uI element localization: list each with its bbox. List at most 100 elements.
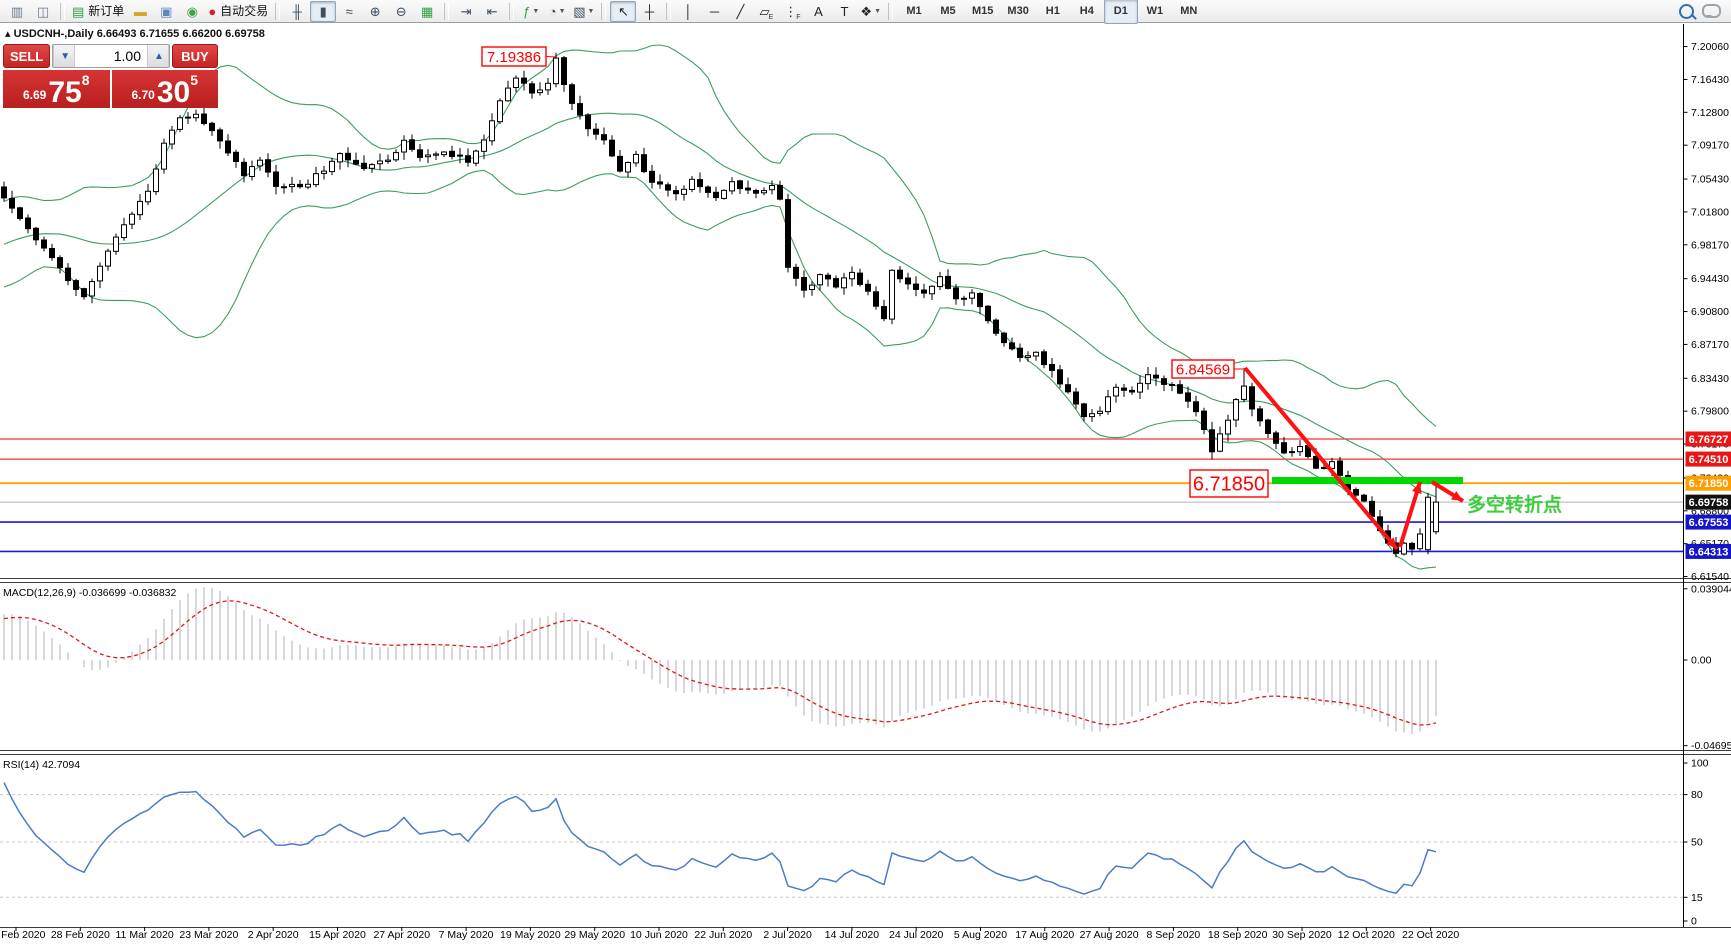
buy-price-panel[interactable]: 6.70305 <box>112 70 219 108</box>
candle-body <box>1058 370 1063 384</box>
price-axis-label: 7.01800 <box>1691 206 1729 218</box>
candle-body <box>706 187 711 192</box>
fibonacci-tool-icon[interactable]: ⋮F <box>779 1 805 22</box>
rsi-axis-label: 50 <box>1691 837 1703 849</box>
tf-w1[interactable]: W1 <box>1138 0 1172 24</box>
hline-tool-icon[interactable]: ─ <box>701 1 727 22</box>
price-badge-text: 6.76727 <box>1689 434 1729 446</box>
crosshair-icon[interactable]: ┼ <box>636 1 662 22</box>
templates-icon[interactable]: ▧▼ <box>570 1 597 22</box>
tile-windows-icon[interactable]: ▦ <box>414 1 440 22</box>
date-axis-label: 22 Oct 2020 <box>1402 929 1459 941</box>
dropdown-caret-icon[interactable]: ▼ <box>559 8 566 15</box>
date-axis-label: 17 Aug 2020 <box>1015 929 1074 941</box>
price-badge-text: 6.71850 <box>1689 478 1729 490</box>
macd-axis-label: 0.00 <box>1691 655 1712 667</box>
arrows-tool-icon[interactable]: ❖▼ <box>857 1 884 22</box>
tf-m5[interactable]: M5 <box>931 0 965 24</box>
one-click-trading-widget: SELL ▼ ▲ BUY 6.69758 6.70305 <box>3 44 218 108</box>
candle-body <box>274 172 279 186</box>
tf-mn[interactable]: MN <box>1172 0 1206 24</box>
bull-bear-turning-point-note[interactable]: 多空转折点 <box>1467 493 1562 516</box>
date-axis-label: 11 Mar 2020 <box>116 929 174 941</box>
candle-body <box>226 141 231 153</box>
dropdown-caret-icon[interactable]: ▼ <box>587 8 594 15</box>
trendline-tool-icon[interactable]: ╱ <box>727 1 753 22</box>
chat-icon[interactable] <box>1702 4 1721 18</box>
date-axis-label: 13 Feb 2020 <box>0 929 46 941</box>
price-tag-text: 7.19386 <box>487 49 541 66</box>
candle-body <box>194 114 199 117</box>
candle-body <box>122 225 127 238</box>
candle-body <box>282 187 287 188</box>
bar-chart-icon[interactable]: ╫ <box>284 1 310 22</box>
candle-body <box>242 162 247 175</box>
volume-up-button[interactable]: ▲ <box>147 45 169 67</box>
search-icon[interactable] <box>1679 4 1694 19</box>
new-order-button[interactable]: ▤新订单 <box>69 1 127 22</box>
candle-body <box>570 85 575 104</box>
trendline-tool-icon: ╱ <box>737 5 745 18</box>
textlabel-tool-icon[interactable]: T <box>831 1 857 22</box>
candlestick-chart-icon[interactable]: ▮ <box>310 1 336 22</box>
sell-button[interactable]: SELL <box>3 44 50 68</box>
profiles-icon: ◫ <box>37 5 49 18</box>
candle-body <box>810 285 815 289</box>
vline-tool-icon[interactable]: │ <box>675 1 701 22</box>
date-axis-label: 27 Aug 2020 <box>1080 929 1139 941</box>
volume-input[interactable] <box>75 45 147 67</box>
candle-body <box>1010 343 1015 349</box>
candle-body <box>794 267 799 278</box>
candle-body <box>1266 420 1271 434</box>
volume-stepper: ▼ ▲ <box>52 44 170 68</box>
candle-body <box>322 171 327 173</box>
dropdown-caret-icon[interactable]: ▼ <box>532 8 539 15</box>
chart-shift-icon[interactable]: ⇤ <box>479 1 505 22</box>
toolbar-separator <box>444 3 449 20</box>
zoom-out-icon[interactable]: ⊖ <box>388 1 414 22</box>
text-tool-icon[interactable]: A <box>805 1 831 22</box>
candle-body <box>1082 404 1087 417</box>
tf-m1[interactable]: M1 <box>897 0 931 24</box>
vline-tool-icon: │ <box>684 5 692 18</box>
sell-price-panel[interactable]: 6.69758 <box>3 70 110 108</box>
autotrading-button[interactable]: ●自动交易 <box>205 1 271 22</box>
channel-tool-icon[interactable]: ▱E <box>753 1 779 22</box>
tf-d1[interactable]: D1 <box>1104 0 1138 24</box>
tf-m15[interactable]: M15 <box>965 0 1000 24</box>
candle-body <box>42 240 47 248</box>
periods-icon[interactable]: ◔▼ <box>544 1 570 22</box>
volume-down-button[interactable]: ▼ <box>53 45 75 67</box>
chart-window[interactable]: 7.193866.845696.71850多空转折点7.200607.16430… <box>0 0 1731 944</box>
candle-body <box>658 182 663 184</box>
candle-body <box>442 152 447 155</box>
candle-body <box>538 90 543 93</box>
new-chart-icon[interactable]: ▥ <box>4 1 30 22</box>
date-axis-label: 29 May 2020 <box>564 929 625 941</box>
candle-body <box>458 155 463 156</box>
candle-body <box>298 184 303 186</box>
community-icon[interactable]: ▣ <box>153 1 179 22</box>
signal-icon[interactable]: ◉ <box>179 1 205 22</box>
dropdown-caret-icon[interactable]: ▼ <box>874 8 881 15</box>
gold-icon[interactable]: ▬ <box>127 1 153 22</box>
tf-h1[interactable]: H1 <box>1036 0 1070 24</box>
buy-button[interactable]: BUY <box>172 44 218 68</box>
candle-body <box>1106 397 1111 412</box>
auto-scroll-icon[interactable]: ⇥ <box>453 1 479 22</box>
tool-letter: E <box>769 14 774 21</box>
line-chart-icon[interactable]: ≈ <box>336 1 362 22</box>
tf-m30[interactable]: M30 <box>1000 0 1035 24</box>
candle-body <box>506 88 511 101</box>
tf-h4[interactable]: H4 <box>1070 0 1104 24</box>
zoom-in-icon[interactable]: ⊕ <box>362 1 388 22</box>
indicators-icon[interactable]: ƒ▼ <box>518 1 544 22</box>
cursor-icon[interactable]: ↖ <box>610 1 636 22</box>
price-axis-label: 6.94430 <box>1691 273 1729 285</box>
profiles-icon[interactable]: ◫ <box>30 1 56 22</box>
price-axis-label: 6.79800 <box>1691 406 1729 418</box>
candle-body <box>66 268 71 281</box>
candle-body <box>970 293 975 298</box>
candle-body <box>402 140 407 152</box>
tile-windows-icon: ▦ <box>421 5 433 18</box>
